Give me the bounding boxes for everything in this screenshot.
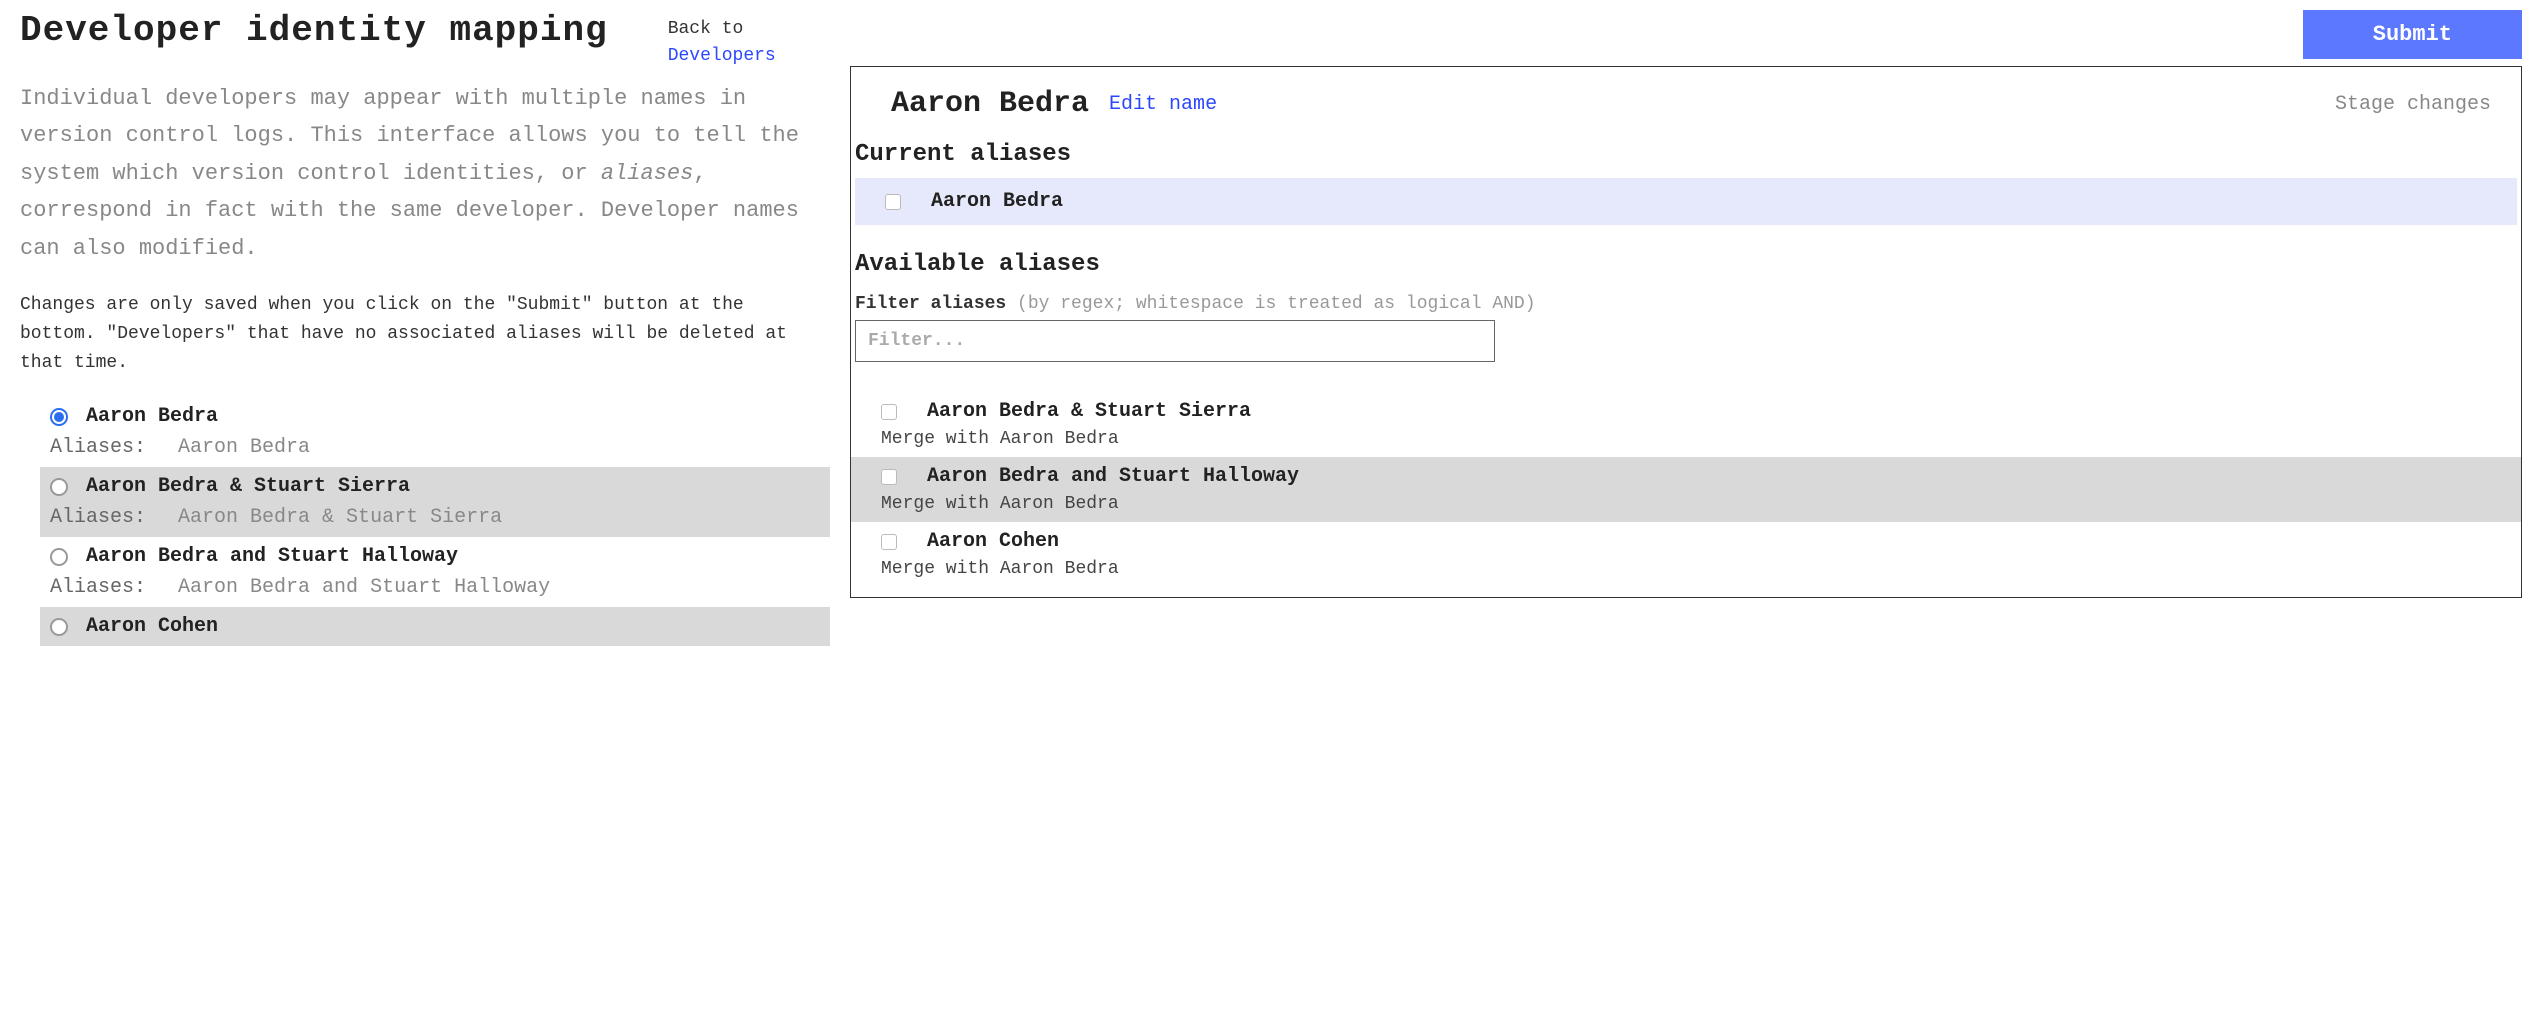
developer-name: Aaron Bedra & Stuart Sierra — [86, 475, 410, 498]
available-alias-list: Aaron Bedra & Stuart Sierra Merge with A… — [851, 392, 2521, 587]
developer-name: Aaron Bedra — [86, 405, 218, 428]
page-title: Developer identity mapping — [20, 10, 608, 51]
merge-hint: Merge with Aaron Bedra — [881, 559, 2491, 579]
back-to-developers-link[interactable]: Developers — [668, 46, 776, 66]
developer-item[interactable]: Aaron Bedra and Stuart Halloway Aliases:… — [40, 537, 830, 607]
save-note: Changes are only saved when you click on… — [20, 291, 830, 377]
edit-name-link[interactable]: Edit name — [1109, 93, 1217, 116]
developer-aliases: Aaron Bedra and Stuart Halloway — [178, 576, 550, 599]
alias-checkbox[interactable] — [881, 534, 897, 550]
back-link-prefix: Back to — [668, 19, 744, 39]
developer-radio[interactable] — [50, 618, 68, 636]
current-alias-item[interactable]: Aaron Bedra — [855, 178, 2517, 225]
alias-name: Aaron Cohen — [927, 530, 1059, 553]
submit-button[interactable]: Submit — [2303, 10, 2522, 59]
available-alias-item[interactable]: Aaron Bedra and Stuart Halloway Merge wi… — [851, 457, 2521, 522]
aliases-label: Aliases: — [50, 436, 146, 459]
alias-name: Aaron Bedra & Stuart Sierra — [927, 400, 1251, 423]
filter-label: Filter aliases — [855, 294, 1006, 314]
filter-input[interactable] — [855, 320, 1495, 362]
page-description: Individual developers may appear with mu… — [20, 80, 830, 267]
developer-radio[interactable] — [50, 478, 68, 496]
developer-name: Aaron Cohen — [86, 615, 218, 638]
developer-item[interactable]: Aaron Cohen — [40, 607, 830, 646]
alias-checkbox[interactable] — [885, 194, 901, 210]
filter-hint: (by regex; whitespace is treated as logi… — [1017, 294, 1535, 314]
developer-item[interactable]: Aaron Bedra Aliases: Aaron Bedra — [40, 397, 830, 467]
developer-item[interactable]: Aaron Bedra & Stuart Sierra Aliases: Aar… — [40, 467, 830, 537]
alias-name: Aaron Bedra and Stuart Halloway — [927, 465, 1299, 488]
aliases-label: Aliases: — [50, 576, 146, 599]
available-aliases-heading: Available aliases — [855, 241, 2521, 288]
available-alias-item[interactable]: Aaron Cohen Merge with Aaron Bedra — [851, 522, 2521, 587]
current-aliases-heading: Current aliases — [855, 131, 2521, 178]
alias-checkbox[interactable] — [881, 469, 897, 485]
available-alias-item[interactable]: Aaron Bedra & Stuart Sierra Merge with A… — [851, 392, 2521, 457]
stage-changes-button[interactable]: Stage changes — [2335, 93, 2491, 116]
developer-radio[interactable] — [50, 548, 68, 566]
detail-developer-name: Aaron Bedra — [891, 87, 1089, 121]
developer-list: Aaron Bedra Aliases: Aaron Bedra Aaron B… — [40, 397, 830, 646]
back-link-container: Back to Developers — [668, 16, 776, 70]
detail-panel: Aaron Bedra Edit name Stage changes Curr… — [850, 66, 2522, 598]
developer-aliases: Aaron Bedra — [178, 436, 310, 459]
developer-aliases: Aaron Bedra & Stuart Sierra — [178, 506, 502, 529]
developer-radio[interactable] — [50, 408, 68, 426]
aliases-label: Aliases: — [50, 506, 146, 529]
description-italic: aliases — [601, 161, 693, 186]
merge-hint: Merge with Aaron Bedra — [881, 429, 2491, 449]
merge-hint: Merge with Aaron Bedra — [881, 494, 2491, 514]
developer-name: Aaron Bedra and Stuart Halloway — [86, 545, 458, 568]
alias-checkbox[interactable] — [881, 404, 897, 420]
alias-name: Aaron Bedra — [931, 190, 1063, 213]
